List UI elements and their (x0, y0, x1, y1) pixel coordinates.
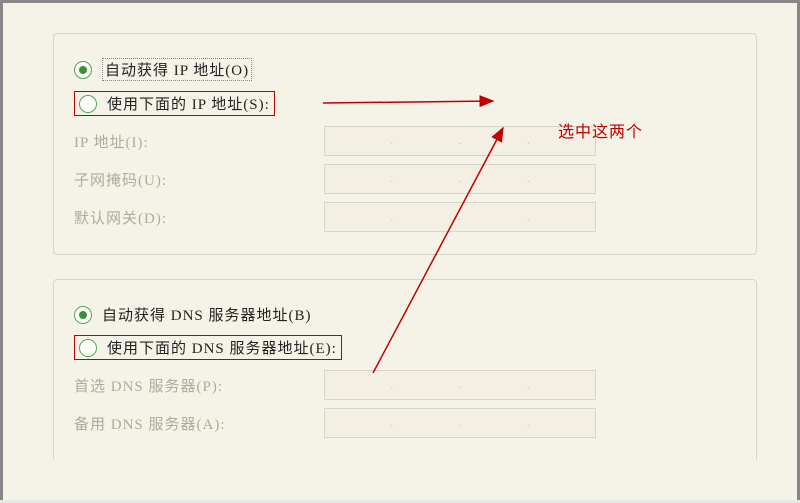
subnet-mask-label: 子网掩码(U): (74, 169, 324, 190)
ip-manual-label: 使用下面的 IP 地址(S): (107, 93, 270, 114)
alt-dns-label: 备用 DNS 服务器(A): (74, 413, 324, 434)
alt-dns-input[interactable]: ... (324, 408, 596, 438)
pref-dns-input[interactable]: ... (324, 370, 596, 400)
dialog-frame: 自动获得 IP 地址(O) 使用下面的 IP 地址(S): IP 地址(I): … (0, 0, 800, 500)
pref-dns-label: 首选 DNS 服务器(P): (74, 375, 324, 396)
dns-manual-radio-row[interactable]: 使用下面的 DNS 服务器地址(E): (74, 335, 736, 360)
ip-group: 自动获得 IP 地址(O) 使用下面的 IP 地址(S): IP 地址(I): … (53, 33, 757, 255)
radio-icon-checked (74, 61, 92, 79)
alt-dns-row: 备用 DNS 服务器(A): ... (74, 408, 736, 438)
subnet-mask-row: 子网掩码(U): ... (74, 164, 736, 194)
gateway-row: 默认网关(D): ... (74, 202, 736, 232)
ip-auto-radio-row[interactable]: 自动获得 IP 地址(O) (74, 58, 736, 81)
ip-manual-radio-row[interactable]: 使用下面的 IP 地址(S): (74, 91, 736, 116)
dns-auto-label: 自动获得 DNS 服务器地址(B) (102, 304, 312, 325)
pref-dns-row: 首选 DNS 服务器(P): ... (74, 370, 736, 400)
ip-address-input[interactable]: ... (324, 126, 596, 156)
radio-icon-unchecked (79, 95, 97, 113)
dns-manual-label: 使用下面的 DNS 服务器地址(E): (107, 337, 337, 358)
subnet-mask-input[interactable]: ... (324, 164, 596, 194)
gateway-label: 默认网关(D): (74, 207, 324, 228)
radio-icon-checked (74, 306, 92, 324)
ip-address-label: IP 地址(I): (74, 131, 324, 152)
dns-auto-radio-row[interactable]: 自动获得 DNS 服务器地址(B) (74, 304, 736, 325)
red-highlight-box: 使用下面的 DNS 服务器地址(E): (74, 335, 342, 360)
annotation-text: 选中这两个 (558, 118, 643, 142)
ip-auto-label: 自动获得 IP 地址(O) (102, 58, 252, 81)
dns-group: 自动获得 DNS 服务器地址(B) 使用下面的 DNS 服务器地址(E): 首选… (53, 279, 757, 460)
radio-icon-unchecked (79, 339, 97, 357)
gateway-input[interactable]: ... (324, 202, 596, 232)
red-highlight-box: 使用下面的 IP 地址(S): (74, 91, 275, 116)
